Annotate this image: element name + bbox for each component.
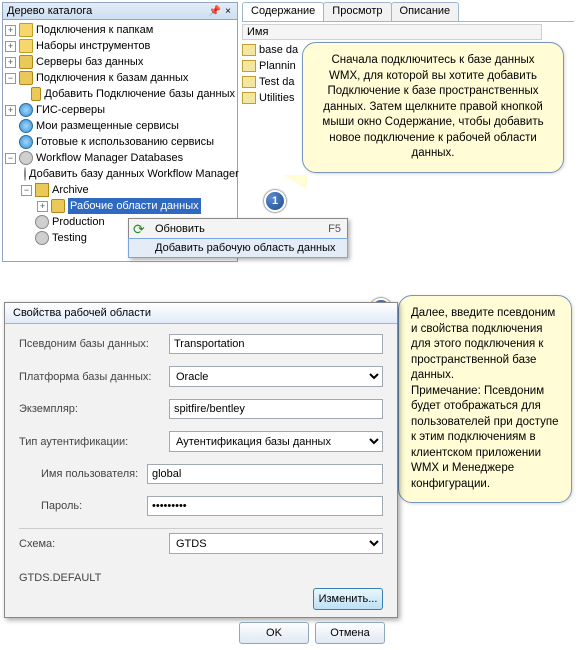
expander-icon[interactable]: + bbox=[37, 201, 48, 212]
instance-input[interactable] bbox=[169, 399, 383, 419]
tree-item[interactable]: Workflow Manager Databases bbox=[36, 150, 183, 166]
folder-icon bbox=[19, 23, 33, 37]
instance-label: Экземпляр: bbox=[19, 403, 169, 415]
tree-item[interactable]: ГИС-серверы bbox=[36, 102, 105, 118]
expander-icon[interactable]: + bbox=[5, 57, 16, 68]
toolbox-icon bbox=[19, 39, 33, 53]
schema-label: Схема: bbox=[19, 538, 169, 550]
column-header-name[interactable]: Имя bbox=[242, 24, 542, 40]
tree-item[interactable]: Добавить базу данных Workflow Manager bbox=[29, 166, 239, 182]
production-icon bbox=[35, 215, 49, 229]
expander-icon[interactable]: + bbox=[5, 41, 16, 52]
ok-button[interactable]: OK bbox=[239, 622, 309, 644]
callout-2: Далее, введите псевдоним и свойства подк… bbox=[398, 295, 572, 503]
platform-select[interactable]: Oracle bbox=[169, 366, 383, 387]
db-server-icon bbox=[19, 55, 33, 69]
item-icon bbox=[242, 76, 256, 88]
workspace-icon bbox=[51, 199, 65, 213]
close-icon[interactable]: × bbox=[223, 6, 233, 17]
catalog-title-text: Дерево каталога bbox=[7, 5, 92, 17]
tree-item[interactable]: Серверы баз данных bbox=[36, 54, 143, 70]
tab-contents[interactable]: Содержание bbox=[242, 2, 324, 22]
archive-icon bbox=[35, 183, 49, 197]
auth-select[interactable]: Аутентификация базы данных bbox=[169, 431, 383, 452]
schema-select[interactable]: GTDS bbox=[169, 533, 383, 554]
list-item[interactable]: Test da bbox=[259, 76, 294, 88]
tree-item[interactable]: Готовые к использованию сервисы bbox=[36, 134, 214, 150]
platform-label: Платформа базы данных: bbox=[19, 371, 169, 383]
menu-refresh[interactable]: Обновить F5 bbox=[129, 219, 347, 239]
menu-refresh-label: Обновить bbox=[155, 223, 205, 235]
expander-icon[interactable]: − bbox=[21, 185, 32, 196]
item-icon bbox=[242, 44, 256, 56]
tree-item[interactable]: Testing bbox=[52, 230, 87, 246]
alias-label: Псевдоним базы данных: bbox=[19, 338, 169, 350]
expander-icon[interactable]: − bbox=[5, 73, 16, 84]
tree-item[interactable]: Production bbox=[52, 214, 105, 230]
pin-icon[interactable]: 📌 bbox=[207, 6, 223, 17]
list-item[interactable]: base da bbox=[259, 44, 298, 56]
tree-item-selected[interactable]: Рабочие области данных bbox=[68, 198, 201, 214]
catalog-title-bar: Дерево каталога 📌 × bbox=[3, 3, 237, 20]
expander-icon[interactable]: − bbox=[5, 153, 16, 164]
user-input[interactable] bbox=[147, 464, 383, 484]
tree-item[interactable]: Подключения к папкам bbox=[36, 22, 153, 38]
dialog-title: Свойства рабочей области bbox=[5, 303, 397, 324]
menu-add-workspace[interactable]: Добавить рабочую область данных bbox=[128, 238, 348, 258]
add-db-icon bbox=[31, 87, 41, 101]
change-button[interactable]: Изменить... bbox=[313, 588, 383, 610]
expander-icon[interactable]: + bbox=[5, 105, 16, 116]
db-conn-icon bbox=[19, 71, 33, 85]
tree-item[interactable]: Добавить Подключение базы данных bbox=[44, 86, 235, 102]
workspace-properties-dialog: Свойства рабочей области Псевдоним базы … bbox=[4, 302, 398, 618]
pass-input[interactable] bbox=[147, 496, 383, 516]
content-list[interactable]: base da Plannin Test da Utilities bbox=[242, 42, 302, 106]
list-item[interactable]: Plannin bbox=[259, 60, 296, 72]
context-menu: Обновить F5 Добавить рабочую область дан… bbox=[128, 218, 348, 258]
tree-item[interactable]: Archive bbox=[52, 182, 89, 198]
wmx-db-icon bbox=[19, 151, 33, 165]
item-icon bbox=[242, 60, 256, 72]
tree-item[interactable]: Мои размещенные сервисы bbox=[36, 118, 179, 134]
auth-label: Тип аутентификации: bbox=[19, 436, 169, 448]
hosted-services-icon bbox=[19, 119, 33, 133]
menu-add-workspace-label: Добавить рабочую область данных bbox=[155, 242, 336, 254]
cancel-button[interactable]: Отмена bbox=[315, 622, 385, 644]
testing-icon bbox=[35, 231, 49, 245]
tab-preview[interactable]: Просмотр bbox=[323, 2, 391, 22]
callout-1: Сначала подключитесь к базе данных WMX, … bbox=[302, 42, 564, 173]
add-wmx-db-icon bbox=[24, 167, 26, 181]
tree-item[interactable]: Наборы инструментов bbox=[36, 38, 150, 54]
refresh-icon bbox=[133, 221, 149, 237]
ready-services-icon bbox=[19, 135, 33, 149]
alias-input[interactable] bbox=[169, 334, 383, 354]
menu-refresh-shortcut: F5 bbox=[328, 223, 341, 235]
content-tabs: Содержание Просмотр Описание bbox=[242, 2, 458, 22]
list-item[interactable]: Utilities bbox=[259, 92, 294, 104]
schema-default-text: GTDS.DEFAULT bbox=[5, 572, 397, 588]
gis-server-icon bbox=[19, 103, 33, 117]
callout-1-tail bbox=[283, 175, 307, 189]
step-badge-1: 1 bbox=[264, 190, 286, 212]
catalog-tree[interactable]: + Подключения к папкам + Наборы инструмент… bbox=[3, 20, 237, 248]
item-icon bbox=[242, 92, 256, 104]
tab-description[interactable]: Описание bbox=[391, 2, 460, 22]
expander-icon[interactable]: + bbox=[5, 25, 16, 36]
user-label: Имя пользователя: bbox=[19, 468, 147, 480]
tree-item[interactable]: Подключения к базам данных bbox=[36, 70, 188, 86]
pass-label: Пароль: bbox=[19, 500, 147, 512]
